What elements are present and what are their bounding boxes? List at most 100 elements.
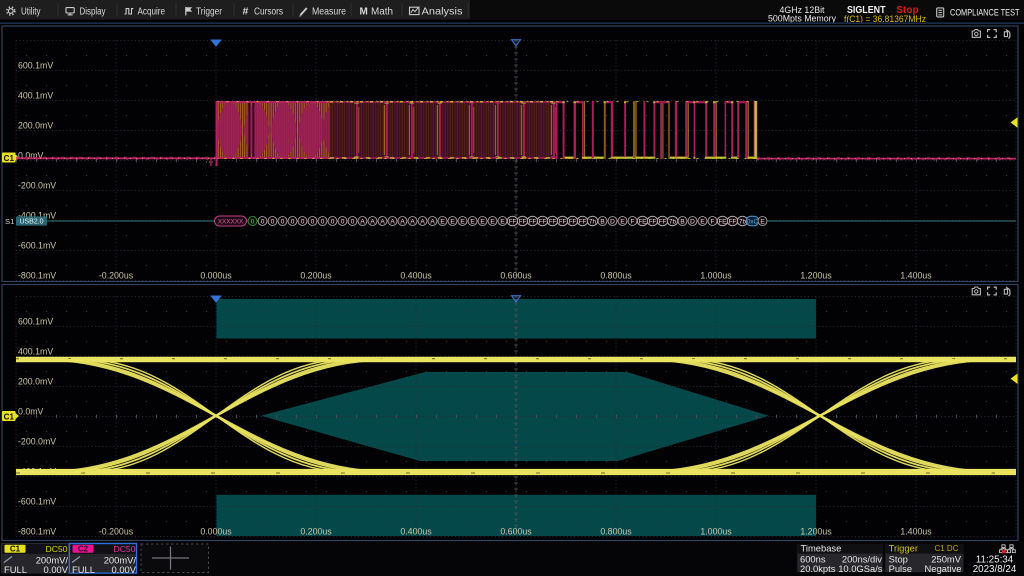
svg-text:-200.0mV: -200.0mV	[18, 181, 56, 191]
svg-text:FE: FE	[719, 218, 727, 225]
svg-text:0: 0	[331, 218, 335, 225]
svg-text:FF: FF	[579, 218, 587, 225]
svg-text:Math: Math	[371, 6, 393, 17]
svg-text:E: E	[490, 218, 495, 225]
svg-text:0.0mV: 0.0mV	[18, 407, 44, 417]
svg-text:E: E	[480, 218, 485, 225]
svg-text:FF: FF	[519, 218, 527, 225]
svg-text:F: F	[631, 218, 635, 225]
svg-text:0: 0	[351, 218, 355, 225]
svg-text:FF: FF	[569, 218, 577, 225]
svg-text:0: 0	[311, 218, 315, 225]
svg-text:D: D	[610, 218, 615, 225]
svg-text:B: B	[680, 218, 684, 225]
svg-text:A: A	[370, 218, 375, 225]
svg-text:-0.200us: -0.200us	[99, 271, 134, 281]
svg-text:E: E	[450, 218, 455, 225]
svg-text:0: 0	[321, 218, 325, 225]
svg-text:XXXXXX: XXXXXX	[218, 219, 244, 226]
svg-text:Cursors: Cursors	[254, 6, 283, 17]
svg-text:Measure: Measure	[312, 6, 346, 17]
svg-text:Trigger: Trigger	[196, 6, 223, 17]
svg-text:Pulse: Pulse	[889, 563, 912, 574]
svg-text:1.200us: 1.200us	[800, 271, 832, 281]
svg-text:E: E	[620, 218, 625, 225]
svg-text:0.000us: 0.000us	[200, 527, 232, 537]
svg-text:E: E	[440, 218, 445, 225]
svg-text:Utility: Utility	[21, 6, 41, 17]
svg-text:2023/8/24: 2023/8/24	[973, 564, 1017, 575]
svg-text:10.0GSa/s: 10.0GSa/s	[838, 563, 883, 574]
svg-text:F: F	[711, 218, 715, 225]
svg-text:1.200us: 1.200us	[800, 527, 832, 537]
svg-text:Analysis: Analysis	[422, 6, 463, 17]
svg-text:-800.1mV: -800.1mV	[18, 527, 56, 537]
svg-text:Display: Display	[80, 6, 106, 17]
svg-text:A: A	[360, 218, 365, 225]
svg-text:7b: 7b	[669, 218, 676, 225]
svg-text:1.400us: 1.400us	[900, 271, 932, 281]
svg-text:-200.0mV: -200.0mV	[18, 437, 56, 447]
svg-text:E: E	[470, 218, 475, 225]
svg-text:600.1mV: 600.1mV	[18, 317, 53, 327]
svg-text:COMPLIANCE TEST: COMPLIANCE TEST	[950, 6, 1020, 17]
svg-text:0.000us: 0.000us	[200, 271, 232, 281]
svg-text:A: A	[420, 218, 425, 225]
svg-text:-0.200us: -0.200us	[99, 527, 134, 537]
svg-text:-800.1mV: -800.1mV	[18, 271, 56, 281]
svg-text:Trigger: Trigger	[889, 543, 918, 554]
svg-text:0.800us: 0.800us	[600, 527, 632, 537]
svg-text:A: A	[380, 218, 385, 225]
svg-text:M: M	[360, 7, 368, 18]
svg-text:Negative: Negative	[924, 563, 961, 574]
svg-text:FE: FE	[639, 218, 647, 225]
svg-text:0.00V: 0.00V	[112, 564, 137, 575]
svg-text:1.000us: 1.000us	[700, 271, 732, 281]
svg-text:Acquire: Acquire	[138, 6, 166, 17]
svg-text:C1 DC: C1 DC	[934, 544, 958, 553]
svg-text:0: 0	[291, 218, 295, 225]
svg-text:E: E	[460, 218, 465, 225]
svg-text:FF: FF	[649, 218, 657, 225]
svg-text:DC50: DC50	[46, 544, 68, 554]
svg-text:FF: FF	[729, 218, 737, 225]
svg-text:C1: C1	[10, 545, 21, 554]
svg-text:200.0mV: 200.0mV	[18, 121, 53, 131]
svg-text:7b: 7b	[739, 218, 746, 225]
svg-text:USB2.0: USB2.0	[19, 218, 43, 225]
svg-text:E: E	[500, 218, 505, 225]
svg-text:f(C1) = 36.81367MHz: f(C1) = 36.81367MHz	[844, 13, 926, 24]
svg-text:0: 0	[251, 218, 255, 225]
svg-text:Timebase: Timebase	[801, 543, 842, 554]
svg-text:C1: C1	[4, 154, 15, 163]
svg-text:1.000us: 1.000us	[700, 527, 732, 537]
svg-text:-600.1mV: -600.1mV	[18, 241, 56, 251]
svg-text:0.200us: 0.200us	[300, 271, 332, 281]
svg-text:B: B	[600, 218, 604, 225]
svg-text:0.00V: 0.00V	[44, 564, 69, 575]
svg-text:0: 0	[281, 218, 285, 225]
svg-text:0xC: 0xC	[747, 218, 759, 225]
svg-text:20.0kpts: 20.0kpts	[800, 563, 836, 574]
svg-text:A: A	[410, 218, 415, 225]
svg-text:0.400us: 0.400us	[400, 527, 432, 537]
svg-text:1.400us: 1.400us	[900, 527, 932, 537]
svg-text:FF: FF	[549, 218, 557, 225]
svg-text:DC50: DC50	[114, 544, 136, 554]
svg-text:0: 0	[301, 218, 305, 225]
svg-text:0: 0	[341, 218, 345, 225]
svg-text:D: D	[690, 218, 695, 225]
svg-text:A: A	[400, 218, 405, 225]
svg-text:-600.1mV: -600.1mV	[18, 497, 56, 507]
svg-text:FF: FF	[659, 218, 667, 225]
svg-text:7h: 7h	[589, 218, 596, 225]
svg-text:FF: FF	[509, 218, 517, 225]
svg-text:FF: FF	[559, 218, 567, 225]
svg-text:0.400us: 0.400us	[400, 271, 432, 281]
svg-text:FULL: FULL	[4, 564, 27, 575]
svg-text:400.1mV: 400.1mV	[18, 91, 53, 101]
svg-text:0.800us: 0.800us	[600, 271, 632, 281]
svg-text:FF: FF	[529, 218, 537, 225]
svg-text:600.1mV: 600.1mV	[18, 61, 53, 71]
svg-text:500Mpts Memory: 500Mpts Memory	[768, 13, 837, 23]
